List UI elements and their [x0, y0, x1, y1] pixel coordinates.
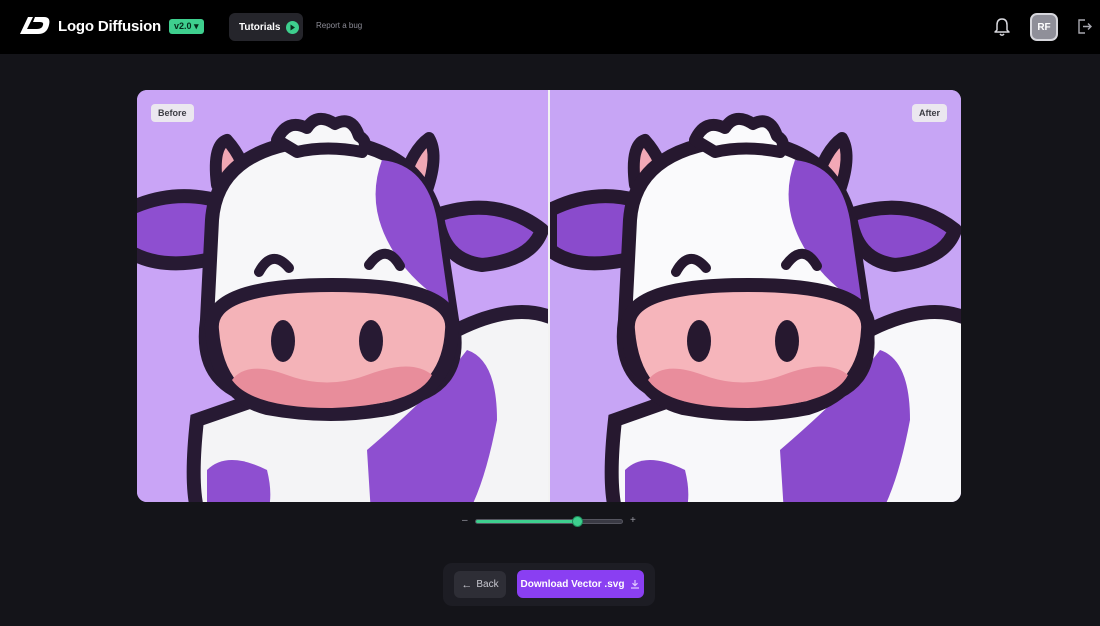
- app-name: Logo Diffusion: [58, 17, 162, 35]
- version-badge[interactable]: v2.0 ▾: [169, 18, 204, 34]
- after-image: After: [550, 90, 961, 502]
- tutorials-button[interactable]: Tutorials: [229, 13, 303, 41]
- before-after-comparison[interactable]: Before After: [137, 90, 961, 502]
- zoom-in-button[interactable]: +: [630, 515, 636, 526]
- cow-illustration-before: [137, 112, 548, 502]
- before-label: Before: [151, 104, 194, 122]
- back-button[interactable]: ← Back: [454, 571, 506, 598]
- zoom-out-button[interactable]: –: [462, 515, 468, 526]
- arrow-left-icon: ←: [461, 578, 473, 591]
- back-label: Back: [476, 579, 499, 590]
- bell-icon[interactable]: [993, 17, 1011, 37]
- download-vector-button[interactable]: Download Vector .svg: [517, 570, 644, 598]
- zoom-control: – +: [460, 515, 640, 529]
- cow-illustration-after: [550, 112, 961, 502]
- zoom-slider[interactable]: [475, 516, 623, 527]
- logout-icon[interactable]: [1076, 18, 1092, 35]
- after-label: After: [911, 104, 947, 122]
- action-bar: ← Back Download Vector .svg: [443, 563, 655, 606]
- app-logo[interactable]: Logo Diffusion v2.0 ▾: [18, 14, 204, 38]
- report-bug-link[interactable]: Report a bug: [316, 21, 362, 30]
- avatar[interactable]: RF: [1030, 13, 1058, 41]
- logo-mark-icon: [20, 17, 50, 34]
- version-dropdown-icon: ▾: [191, 20, 199, 31]
- tutorials-label: Tutorials: [239, 21, 281, 33]
- before-image: Before: [137, 90, 548, 502]
- download-label: Download Vector .svg: [520, 578, 625, 590]
- zoom-slider-fill: [476, 520, 577, 523]
- play-icon: [286, 20, 300, 34]
- zoom-slider-handle[interactable]: [571, 516, 583, 527]
- download-icon: [631, 580, 640, 589]
- version-text: v2.0: [174, 20, 192, 31]
- top-bar: Logo Diffusion v2.0 ▾ Tutorials Report a…: [0, 0, 1100, 54]
